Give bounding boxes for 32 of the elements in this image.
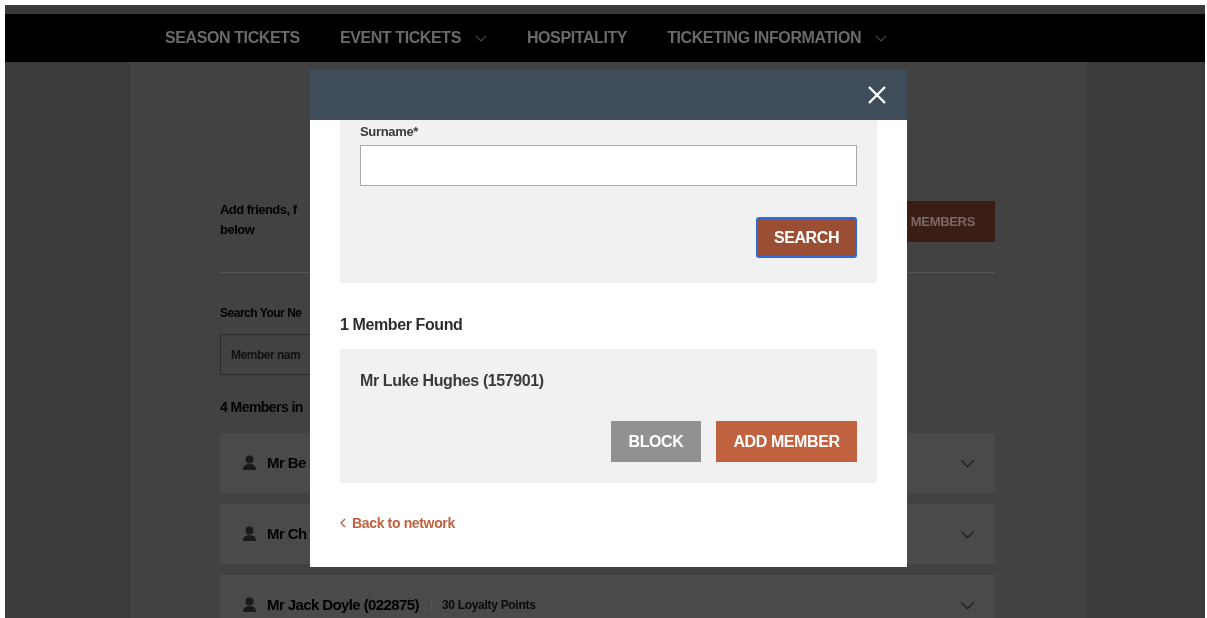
chevron-down-icon [474,34,487,42]
nav-link[interactable]: EVENT TICKETS [339,26,487,50]
nav-link[interactable]: HOSPITALITY [526,26,628,50]
close-icon[interactable] [867,85,887,105]
search-button[interactable]: SEARCH [756,217,857,258]
member-name: Mr Ch [267,523,307,544]
member-name: Mr Luke Hughes (157901) [360,371,545,391]
intro-text: below [220,221,256,239]
add-members-button[interactable]: MEMBERS [905,201,995,242]
add-member-button[interactable]: ADD MEMBER [716,421,857,462]
members-count: 4 Members in [220,399,304,415]
member-name: Mr Be [267,452,306,473]
back-link[interactable]: Back to network [340,513,877,533]
person-icon [242,526,257,542]
chevron-left-icon [340,518,346,528]
person-icon [242,597,257,613]
chevron-down-icon [960,600,975,610]
results-title: 1 Member Found [340,315,464,335]
member-name: Mr Jack Doyle (022875) [267,594,419,615]
surname-label: Surname* [360,124,420,140]
search-label: Search Your Ne [220,305,303,321]
surname-field[interactable] [360,145,857,186]
intro-text: Add friends, f [220,201,297,219]
person-icon [242,455,257,471]
loyalty-points: 30 Loyalty Points [441,597,536,614]
block-button[interactable]: BLOCK [611,421,701,462]
nav-link[interactable]: TICKETING INFORMATION [667,26,888,50]
chevron-down-icon [960,458,975,468]
chevron-down-icon [960,529,975,539]
chevron-down-icon [875,34,888,42]
nav-link[interactable]: SEASON TICKETS [165,26,300,50]
member-row[interactable]: Mr Jack Doyle (022875) 30 Loyalty Points [220,575,995,618]
